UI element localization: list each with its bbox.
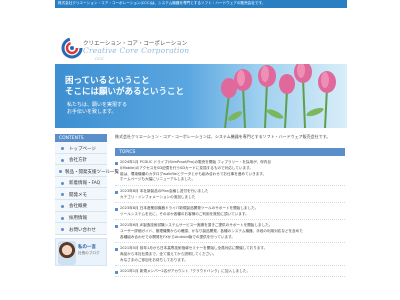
sidebar-item-label: 製品・開発支援ツール一覧	[65, 169, 119, 175]
sidebar-heading: CONTENTS	[55, 134, 107, 142]
sidebar-item-label: 採用情報	[69, 216, 87, 222]
sidebar-item-policy[interactable]: 会社方針	[55, 153, 107, 166]
news-line: 各種組み合わせでの開発をFXからAndroid版での提供を行っています。	[120, 234, 235, 239]
top-strip-text: 株式会社クリエーション・コア・コーポレーション(CCC)は、システム機器を専門と…	[58, 1, 266, 5]
sidebar-item-label: お問い合わせ	[69, 227, 96, 233]
company-logo[interactable]	[61, 37, 83, 59]
bullet-icon	[59, 170, 62, 174]
news-line: カテゴリ・インフォメーションの追加しました	[120, 194, 196, 199]
bullet-icon	[61, 204, 64, 208]
topics-heading: TOPICS	[115, 148, 345, 156]
bullet-icon	[61, 147, 64, 150]
blog-banner[interactable]: 私の一言 社長のブログ	[55, 238, 107, 266]
avatar	[58, 241, 76, 265]
news-item: 2023年8月 本社新製品のPlan会議し送付を行いました カテゴリ・インフォメ…	[115, 189, 345, 203]
intro-text: 株式会社クリエーション・コア・コーポレーションは、システム機器を専門とするソフト…	[115, 134, 331, 139]
news-item: 2021年1月 新規メンバー2名がアカウント「クラウドバンク」に加入しました。	[115, 269, 345, 277]
news-item: 2021年6月 JE製造技術試験システムサービス一実績を頂きご提供のサポートを開…	[115, 223, 345, 243]
page: 株式会社クリエーション・コア・コーポレーション(CCC)は、システム機器を専門と…	[55, 0, 347, 300]
header: クリエーション・コア・コーポレーション Creative Core Corpor…	[55, 8, 347, 64]
top-strip: 株式会社クリエーション・コア・コーポレーション(CCC)は、システム機器を専門と…	[55, 0, 347, 8]
news-item: 2023年8月 日本産業用機器ドライバ新規製品開発ツールのサポートを開始しました…	[115, 206, 345, 220]
blog-banner-subtitle: 社長のブログ	[78, 251, 100, 255]
news-item: 2024年1月 PCDUC ドライブ(SlimProof/Pro)の販売を開始 …	[115, 160, 345, 186]
bullet-icon	[115, 224, 118, 228]
sidebar-item-top[interactable]: トップページ	[55, 142, 107, 154]
brand-abbr: CCC	[95, 56, 105, 61]
hero-subtext-1: 私たちは、願いを実現する	[67, 102, 128, 108]
blog-banner-title: 私の一言	[78, 245, 96, 250]
news-item: 2021年5月 前年1月から日本高専技術指導セミナーを開始し全員対応に開催してお…	[115, 246, 345, 266]
sidebar-item-products[interactable]: 製品・開発支援ツール一覧	[55, 165, 119, 177]
bullet-icon	[61, 228, 64, 232]
bullet-icon	[61, 158, 64, 162]
sidebar-item-company[interactable]: 会社概要	[55, 199, 107, 212]
news-line: ツールシステムを元に、そのほか各種のお客様のご利用を既知に頂いています。	[120, 211, 249, 216]
sidebar-item-label: 会社概要	[69, 204, 87, 210]
bullet-icon	[115, 207, 118, 211]
sidebar-item-label: 新着情報・FAQ	[69, 181, 101, 187]
sidebar-item-label: トップページ	[69, 146, 96, 152]
bullet-icon	[115, 247, 118, 251]
sidebar-item-news[interactable]: 新着情報・FAQ	[55, 176, 107, 189]
sidebar: CONTENTS トップページ 会社方針 製品・開発支援ツール一覧 新着情報・F…	[55, 134, 119, 300]
news-line: ホームページも大幅にリニューアルしました。	[120, 177, 196, 182]
bullet-icon	[115, 161, 118, 165]
news-line: 2021年1月 新規メンバー2名がアカウント「クラウドバンク」に加入しました。	[120, 269, 251, 273]
hero-subtext-2: お手伝いを致します。	[67, 109, 117, 115]
sidebar-item-label: 開発メモ	[69, 192, 87, 198]
bullet-icon	[61, 181, 64, 185]
sidebar-item-dev-notes[interactable]: 開発メモ	[55, 188, 107, 200]
bullet-icon	[115, 270, 118, 274]
bullet-icon	[61, 216, 64, 220]
hero-banner: 困っているということ そこには願いがあるということ 私たちは、願いを実現する お…	[55, 64, 347, 128]
hero-headline-2: そこには願いがあるということ	[65, 87, 185, 97]
bullet-icon	[115, 190, 118, 194]
sidebar-item-label: 会社方針	[69, 158, 87, 164]
sidebar-item-recruit[interactable]: 採用情報	[55, 211, 107, 224]
sidebar-item-contact[interactable]: お問い合わせ	[55, 223, 107, 235]
news-line: みなさまのご参加をお待ちしております。	[120, 257, 188, 262]
tulip-photo	[221, 64, 336, 128]
bullet-icon	[61, 193, 64, 197]
main-content: 株式会社クリエーション・コア・コーポレーションは、システム機器を専門とするソフト…	[115, 134, 345, 300]
brand-name-en: Creative Core Corporation	[83, 46, 190, 55]
